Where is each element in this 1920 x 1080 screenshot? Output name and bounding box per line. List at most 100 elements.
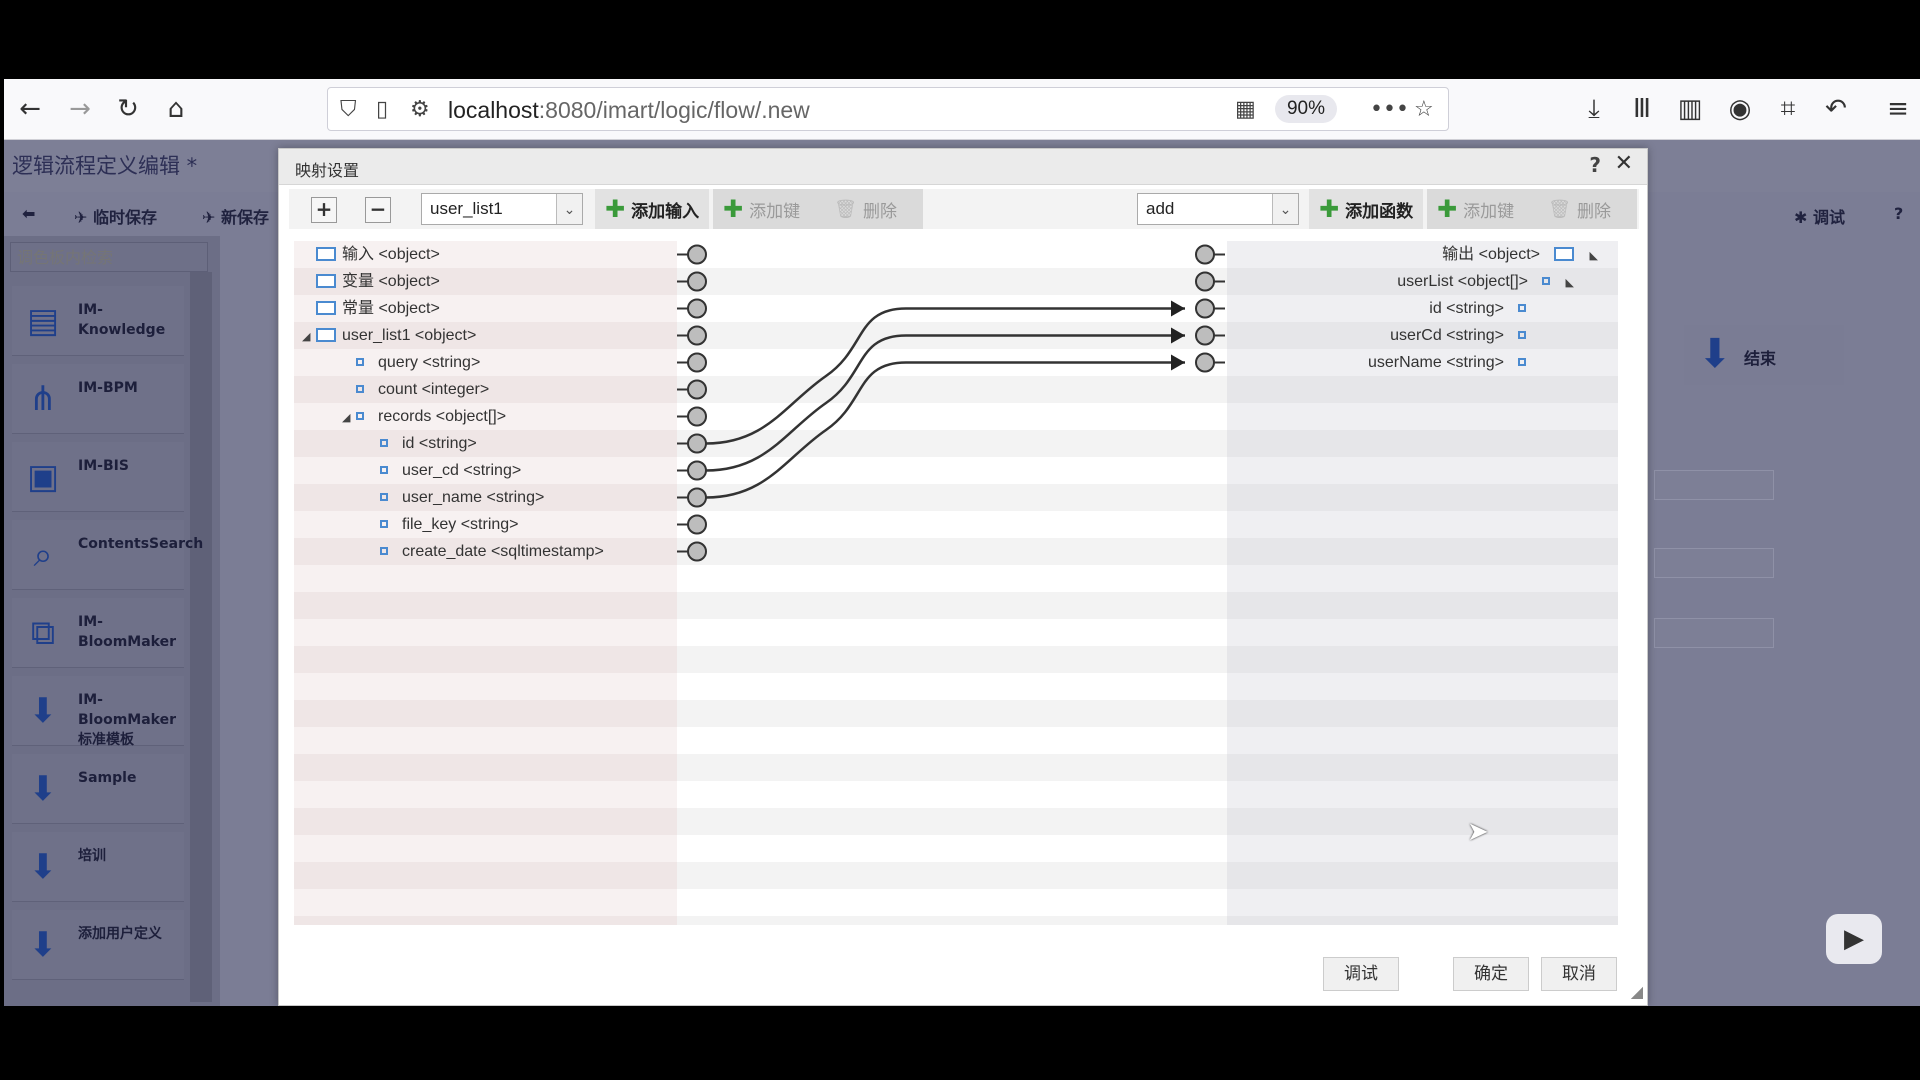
sidebar-icon[interactable]: ▥ xyxy=(1672,91,1708,127)
target-handle[interactable] xyxy=(1195,271,1215,292)
target-handle[interactable] xyxy=(1195,298,1215,319)
source-tree-node[interactable]: 常量 <object> xyxy=(316,295,440,322)
palette-item-contents-search[interactable]: ⌕ ContentsSearch xyxy=(12,520,203,590)
source-handle[interactable] xyxy=(687,514,707,535)
qr-code-icon[interactable]: ▦ xyxy=(1235,97,1256,122)
palette-item-training[interactable]: ⬇ 培训 xyxy=(12,832,184,902)
palette-item-knowledge[interactable]: ▤ IM-Knowledge xyxy=(12,286,184,356)
palette-item-bloommaker[interactable]: ⧉ IM-BloomMaker xyxy=(12,598,184,668)
add-input-button[interactable]: ✚ 添加输入 xyxy=(595,189,710,229)
source-tree-node[interactable]: count <integer> xyxy=(356,376,489,403)
forward-icon[interactable]: → xyxy=(62,91,98,127)
property-field-1[interactable] xyxy=(1654,470,1774,500)
target-tree-node[interactable]: userList <object[]> ◣ xyxy=(1397,268,1574,295)
end-node[interactable]: ⬇ 结束 xyxy=(1684,325,1844,385)
account-icon[interactable]: ◉ xyxy=(1722,91,1758,127)
source-tree-node[interactable]: query <string> xyxy=(356,349,480,376)
source-handle[interactable] xyxy=(687,352,707,373)
source-handle[interactable] xyxy=(687,460,707,481)
temp-save-button[interactable]: ✈ 临时保存 xyxy=(74,204,157,228)
crop-icon[interactable]: ⌗ xyxy=(1770,91,1806,127)
zoom-level[interactable]: 90% xyxy=(1275,95,1337,123)
play-icon[interactable]: ▶ xyxy=(1826,914,1882,964)
source-handle[interactable] xyxy=(687,379,707,400)
source-tree-node[interactable]: 变量 <object> xyxy=(316,268,440,295)
expand-toggle-icon[interactable]: ◣ xyxy=(1584,243,1598,270)
new-save-button[interactable]: ✈ 新保存 xyxy=(202,204,269,228)
ok-button[interactable]: 确定 xyxy=(1453,957,1529,991)
help-icon[interactable]: ? xyxy=(1589,153,1601,177)
permissions-icon[interactable]: ⚙ xyxy=(410,97,430,122)
source-handle[interactable] xyxy=(687,244,707,265)
palette-search-input[interactable] xyxy=(10,242,208,272)
target-tree-node[interactable]: 输出 <object> ◣ xyxy=(1442,241,1598,268)
url-bar[interactable]: ⛉ ▯ ⚙ localhost:8080/imart/logic/flow/.n… xyxy=(327,87,1449,131)
expand-toggle-icon[interactable]: ◢ xyxy=(302,324,316,351)
back-icon[interactable]: ← xyxy=(12,91,48,127)
more-icon[interactable]: ••• xyxy=(1370,97,1409,122)
library-icon[interactable]: Ⅲ xyxy=(1624,91,1660,127)
target-handle[interactable] xyxy=(1195,244,1215,265)
source-handle[interactable] xyxy=(687,433,707,454)
palette-item-bpm[interactable]: ⋔ IM-BPM xyxy=(12,364,184,434)
palette-scrollbar[interactable] xyxy=(190,272,212,1002)
source-tree-node[interactable]: user_cd <string> xyxy=(380,457,521,484)
expand-toggle-icon[interactable]: ◢ xyxy=(342,405,356,432)
close-icon[interactable]: ✕ xyxy=(1615,151,1633,176)
palette-item-add-user-defined[interactable]: ⬇ 添加用户定义 xyxy=(12,910,184,980)
add-key-right-button[interactable]: 添加键 xyxy=(1463,197,1514,222)
source-tree-node[interactable]: create_date <sqltimestamp> xyxy=(380,538,604,565)
property-field-2[interactable] xyxy=(1654,548,1774,578)
source-node-label: records <object[]> xyxy=(378,408,507,425)
add-function-button[interactable]: ✚ 添加函数 xyxy=(1309,189,1424,229)
chevron-down-icon[interactable]: ⌄ xyxy=(556,194,582,224)
source-handle[interactable] xyxy=(687,298,707,319)
chevron-down-icon[interactable]: ⌄ xyxy=(1272,194,1298,224)
source-tree-node[interactable]: 输入 <object> xyxy=(316,241,440,268)
target-handle[interactable] xyxy=(1195,352,1215,373)
source-tree-node[interactable]: ◢ records <object[]> xyxy=(342,403,506,430)
palette-item-bis[interactable]: ▣ IM-BIS xyxy=(12,442,184,512)
target-tree-node[interactable]: id <string> xyxy=(1429,295,1526,322)
cancel-button[interactable]: 取消 xyxy=(1541,957,1617,991)
undo-icon[interactable]: ↶ xyxy=(1818,91,1854,127)
mapping-connectors[interactable] xyxy=(677,241,1227,925)
target-tree-node[interactable]: userName <string> xyxy=(1368,349,1526,376)
source-handle[interactable] xyxy=(687,541,707,562)
debug-button[interactable]: ✱ 调试 xyxy=(1794,204,1845,228)
source-handle[interactable] xyxy=(687,325,707,346)
delete-left-button[interactable]: 删除 xyxy=(863,197,897,222)
target-handle[interactable] xyxy=(1195,325,1215,346)
source-tree-node[interactable]: user_name <string> xyxy=(380,484,544,511)
home-icon[interactable]: ⌂ xyxy=(158,91,194,127)
reload-icon[interactable]: ↻ xyxy=(110,91,146,127)
property-field-3[interactable] xyxy=(1654,618,1774,648)
menu-icon[interactable]: ≡ xyxy=(1880,91,1916,127)
target-row-bg xyxy=(1227,538,1618,565)
palette-item-bloommaker-template[interactable]: ⬇ IM-BloomMaker 标准模板 xyxy=(12,676,184,748)
source-select[interactable]: user_list1 ⌄ xyxy=(421,193,583,225)
debug-dialog-button[interactable]: 调试 xyxy=(1323,957,1399,991)
source-handle[interactable] xyxy=(687,487,707,508)
expand-toggle-icon[interactable]: ◣ xyxy=(1560,270,1574,297)
source-tree-node[interactable]: file_key <string> xyxy=(380,511,519,538)
target-tree-node[interactable]: userCd <string> xyxy=(1390,322,1526,349)
bookmark-star-icon[interactable]: ☆ xyxy=(1414,97,1434,122)
function-select[interactable]: add ⌄ xyxy=(1137,193,1299,225)
download-icon[interactable]: ⤓ xyxy=(1576,91,1612,127)
source-handle[interactable] xyxy=(687,406,707,427)
source-tree-node[interactable]: id <string> xyxy=(380,430,477,457)
collapse-all-button[interactable]: − xyxy=(365,197,391,223)
add-key-left-button[interactable]: 添加键 xyxy=(749,197,800,222)
url-text[interactable]: localhost:8080/imart/logic/flow/.new xyxy=(448,97,810,124)
source-row-bg xyxy=(294,916,677,925)
delete-right-button[interactable]: 删除 xyxy=(1577,197,1611,222)
target-row-bg xyxy=(1227,862,1618,889)
expand-all-button[interactable]: + xyxy=(311,197,337,223)
resize-grip-icon[interactable]: ◢ xyxy=(1631,982,1643,1001)
app-help-icon[interactable]: ? xyxy=(1894,204,1903,223)
palette-item-sample[interactable]: ⬇ Sample xyxy=(12,754,184,824)
back-arrow-icon[interactable]: ⬅ xyxy=(22,204,35,223)
source-handle[interactable] xyxy=(687,271,707,292)
source-tree-node[interactable]: ◢ user_list1 <object> xyxy=(302,322,476,349)
